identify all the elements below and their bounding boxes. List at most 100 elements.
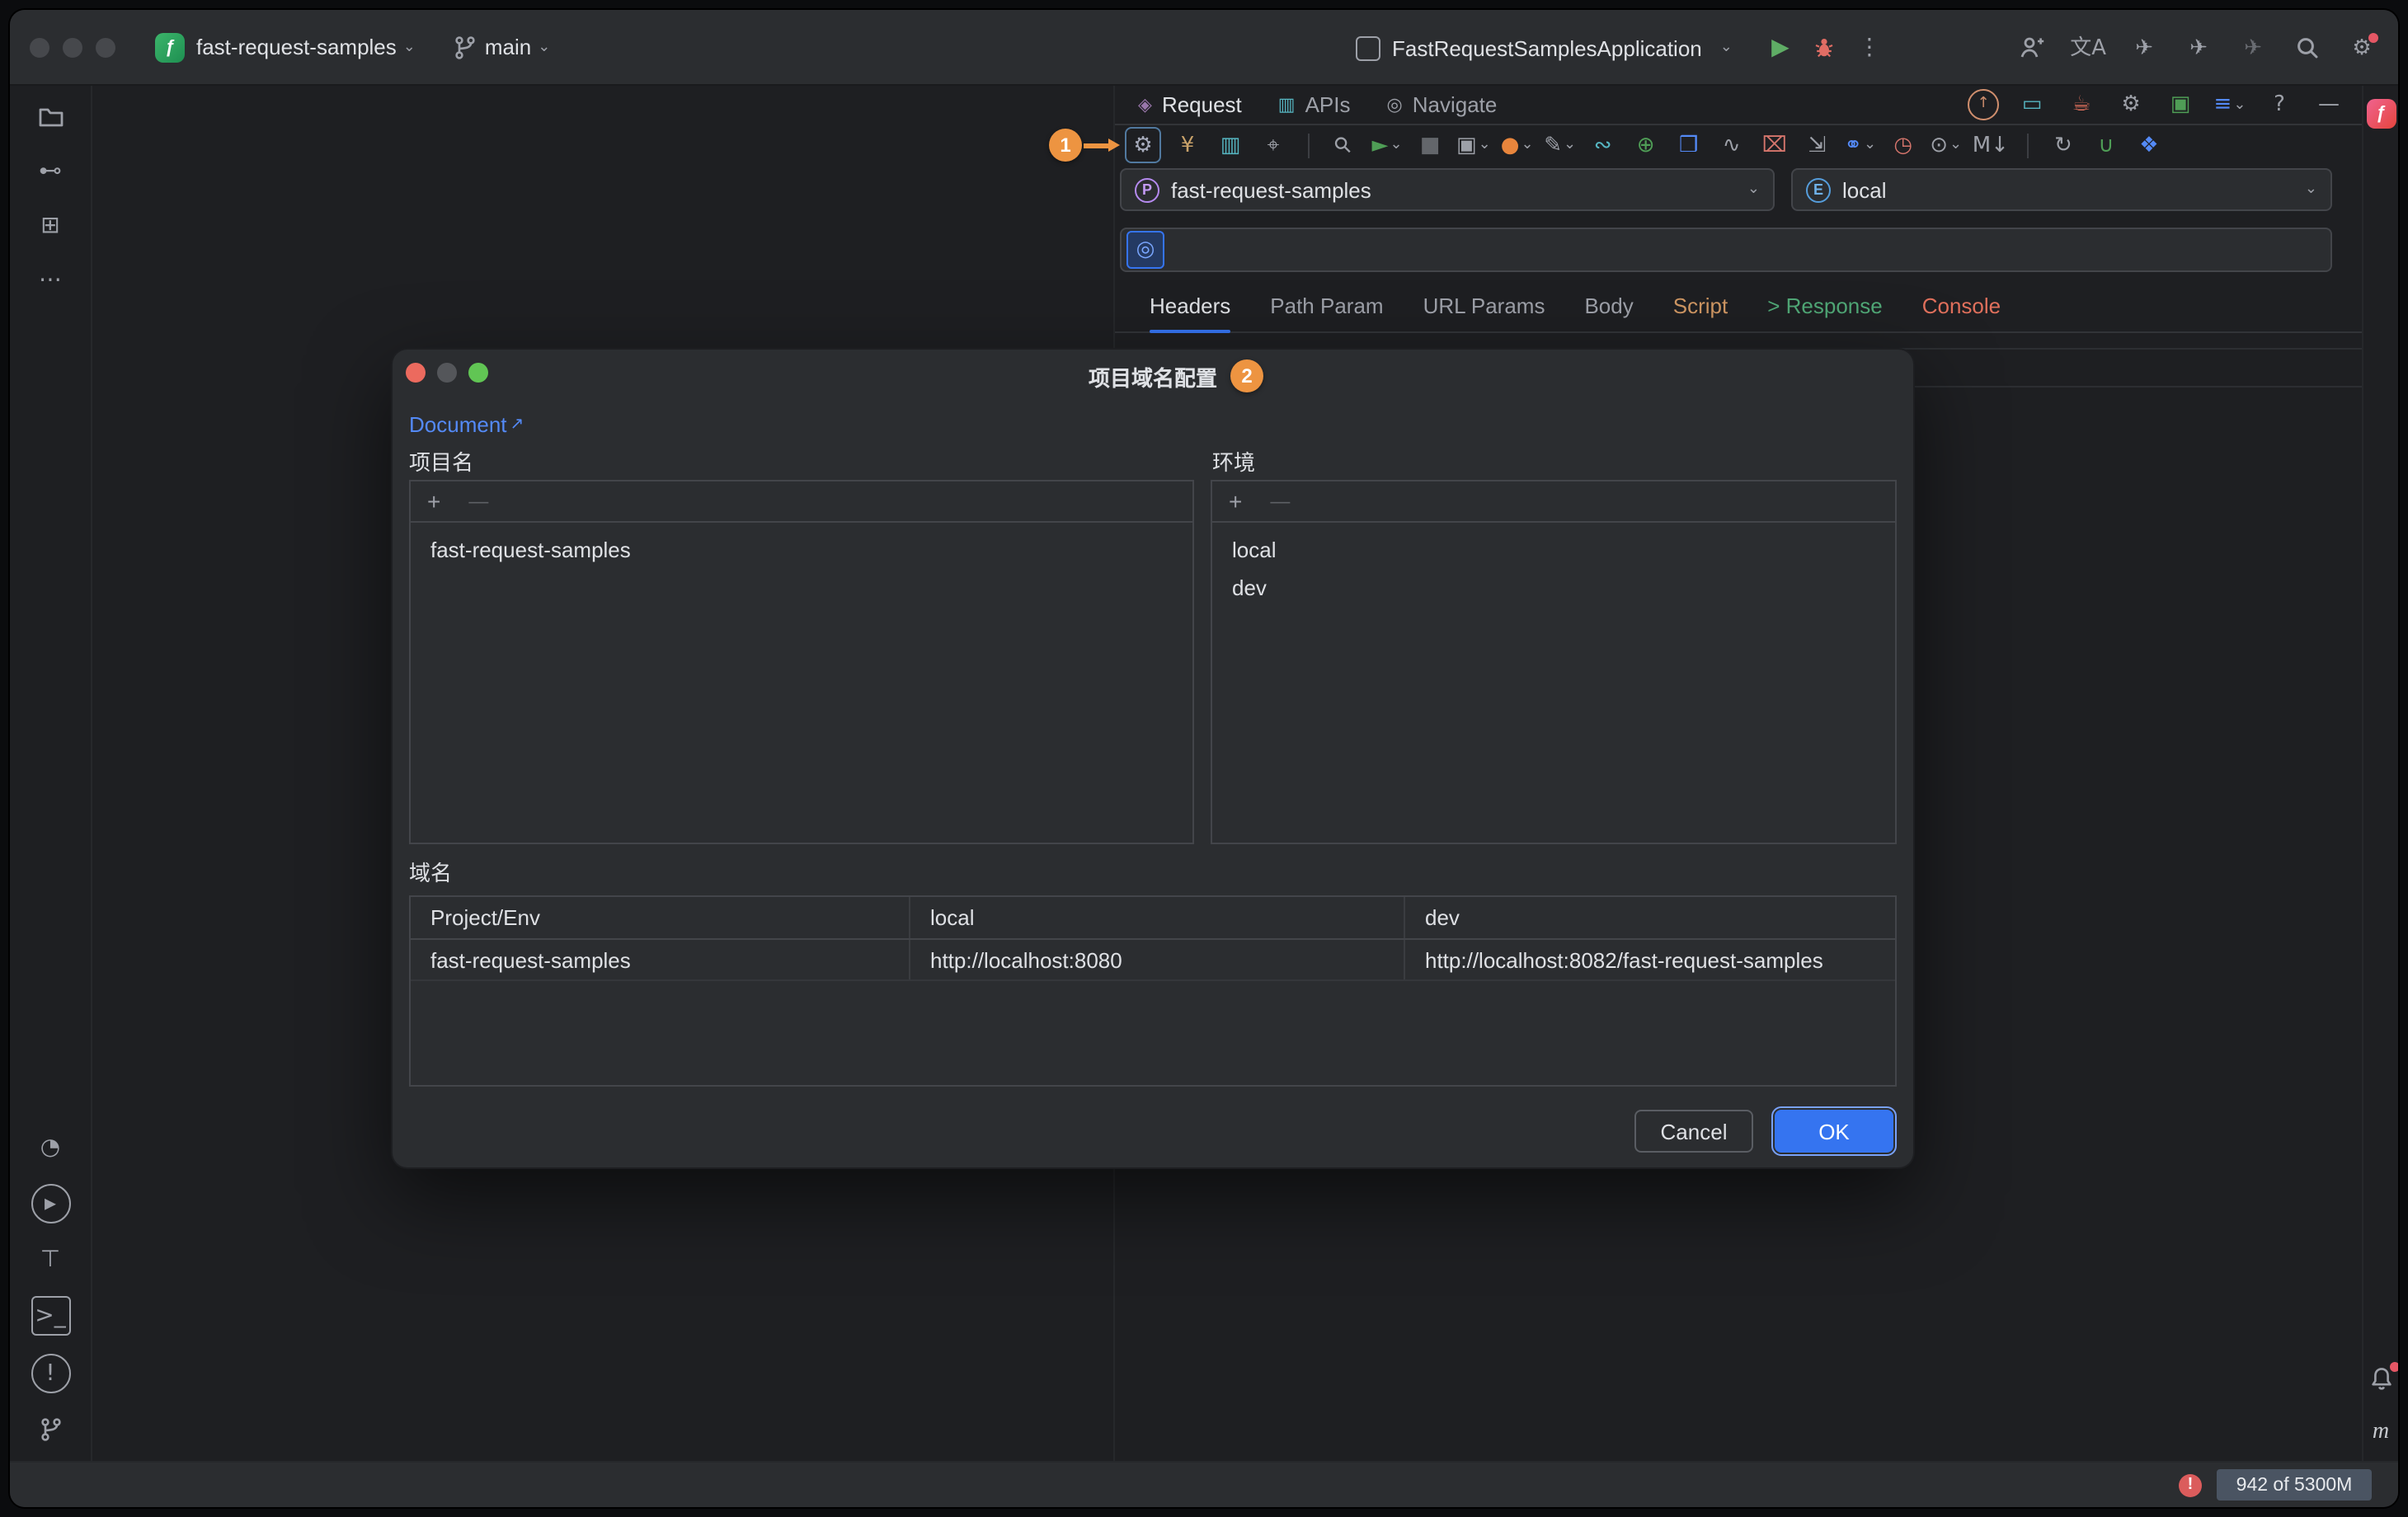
toolbar-divider xyxy=(1308,133,1310,157)
crosshair-icon[interactable]: ⌖ xyxy=(1257,129,1290,162)
request-tab-headers[interactable]: Headers xyxy=(1150,280,1230,331)
coffee-icon[interactable]: ☕ xyxy=(2065,88,2098,121)
more-tool-windows-icon[interactable]: ⋯ xyxy=(32,262,68,298)
layers-icon[interactable]: ≡⌄ xyxy=(2213,88,2246,121)
remove-icon[interactable]: — xyxy=(468,490,488,513)
translate-icon[interactable]: 文A xyxy=(2070,31,2106,64)
tool-tab-request[interactable]: ◈Request xyxy=(1138,92,1242,117)
error-indicator-icon[interactable]: ! xyxy=(2179,1473,2202,1496)
env-list-panel: + — localdev xyxy=(1211,480,1897,844)
services-icon[interactable]: ▸ xyxy=(31,1184,70,1223)
table-cell[interactable]: http://localhost:8082/fast-request-sampl… xyxy=(1404,940,1895,979)
stop-icon[interactable]: ■ xyxy=(1413,129,1446,162)
send-device-icon-3[interactable]: ✈ xyxy=(2236,31,2269,64)
project-name: fast-request-samples xyxy=(196,35,397,59)
table-row[interactable]: fast-request-sampleshttp://localhost:808… xyxy=(411,940,1895,981)
add-icon[interactable]: + xyxy=(427,488,440,514)
profiler-icon[interactable]: ◔ xyxy=(32,1130,68,1166)
project-selector[interactable]: P fast-request-samples ⌄ xyxy=(1120,168,1775,211)
refresh-icon[interactable]: ↻ xyxy=(2047,129,2080,162)
request-tab-path-param[interactable]: Path Param xyxy=(1270,280,1383,331)
whats-new-icon[interactable]: ↑ xyxy=(1968,89,1999,120)
list-item[interactable]: local xyxy=(1212,531,1895,569)
fast-request-tool-icon[interactable]: ƒ xyxy=(2363,96,2398,132)
debug-button[interactable] xyxy=(1808,31,1841,64)
money-icon[interactable]: ¥ xyxy=(1171,129,1204,162)
request-tab-script[interactable]: Script xyxy=(1673,280,1728,331)
github-icon[interactable]: ⊙⌄ xyxy=(1930,129,1963,162)
more-actions-icon[interactable]: ⋮ xyxy=(1853,31,1886,64)
request-tab-response[interactable]: > Response xyxy=(1767,280,1883,331)
table-cell[interactable]: fast-request-samples xyxy=(411,940,909,979)
close-window-icon[interactable] xyxy=(30,37,49,57)
send-device-icon-1[interactable]: ✈ xyxy=(2128,31,2161,64)
swagger-icon[interactable]: ●⌄ xyxy=(1501,129,1534,162)
commit-icon[interactable]: ⊷ xyxy=(32,153,68,190)
remove-icon[interactable]: — xyxy=(1270,490,1290,513)
send-device-icon-2[interactable]: ✈ xyxy=(2182,31,2215,64)
request-tab-url-params[interactable]: URL Params xyxy=(1423,280,1545,331)
history-icon[interactable]: ◷ xyxy=(1887,129,1920,162)
run-config-icon xyxy=(1356,35,1380,60)
annotation-arrow xyxy=(1084,143,1110,148)
run-config-name[interactable]: FastRequestSamplesApplication xyxy=(1392,35,1702,60)
plugin-icon[interactable]: ❖ xyxy=(2133,129,2166,162)
clear-edit-icon[interactable]: ✎⌄ xyxy=(1544,129,1577,162)
tool-tab-navigate[interactable]: ◎Navigate xyxy=(1387,92,1498,117)
search-everywhere-icon[interactable] xyxy=(2291,31,2324,64)
save-icon[interactable]: ▣⌄ xyxy=(1456,129,1491,162)
add-icon[interactable]: + xyxy=(1229,488,1242,514)
terminal-icon[interactable]: >_ xyxy=(31,1296,70,1336)
markdown-icon[interactable]: M↓ xyxy=(1973,129,2009,162)
problems-icon[interactable]: ! xyxy=(31,1354,70,1393)
domain-config-gear-icon[interactable]: ⚙ xyxy=(1125,127,1161,163)
memory-indicator[interactable]: 942 of 5300M xyxy=(2217,1469,2372,1501)
send-request-icon[interactable]: ►⌄ xyxy=(1371,129,1404,162)
scan-api-icon[interactable]: ⊕ xyxy=(1630,129,1663,162)
project-folder-icon[interactable] xyxy=(32,99,68,135)
chevron-down-icon: ⌄ xyxy=(538,39,550,55)
url-input[interactable]: ◎ xyxy=(1120,228,2332,272)
list-item[interactable]: dev xyxy=(1212,569,1895,607)
settings-icon[interactable]: ⚙ xyxy=(2345,31,2378,64)
dialog-title: 项目域名配置 xyxy=(393,361,1913,392)
power-icon[interactable]: ∪ xyxy=(2090,129,2123,162)
link-icon[interactable]: ⚭⌄ xyxy=(1844,129,1877,162)
run-button[interactable]: ▶ xyxy=(1764,31,1797,64)
cancel-button[interactable]: Cancel xyxy=(1634,1110,1753,1153)
code-with-me-icon[interactable] xyxy=(2015,31,2048,64)
settings-gear-icon[interactable]: ⚙ xyxy=(2114,88,2147,121)
todo-icon[interactable]: ⊤ xyxy=(32,1242,68,1278)
delete-icon[interactable]: ⌧ xyxy=(1758,129,1791,162)
wave-icon[interactable]: ∿ xyxy=(1715,129,1748,162)
copy-curl-icon[interactable]: ❒ xyxy=(1672,129,1705,162)
notifications-bell-icon[interactable] xyxy=(2363,1360,2398,1397)
version-control-icon[interactable] xyxy=(32,1411,68,1448)
import-icon[interactable]: ⇲ xyxy=(1801,129,1834,162)
request-tab-body[interactable]: Body xyxy=(1584,280,1633,331)
ok-button[interactable]: OK xyxy=(1775,1110,1893,1153)
maximize-window-icon[interactable] xyxy=(96,37,115,57)
env-list: localdev xyxy=(1212,523,1895,607)
api-chart-icon[interactable]: ▥ xyxy=(1214,129,1247,162)
tool-tab-apis[interactable]: ▥APIs xyxy=(1278,92,1351,117)
docs-video-icon[interactable]: ▭ xyxy=(2015,88,2048,121)
table-cell[interactable]: http://localhost:8080 xyxy=(909,940,1404,979)
list-item[interactable]: fast-request-samples xyxy=(411,531,1192,569)
domain-config-dialog: 项目域名配置 Document ↗ 项目名 环境 + — fast-reques… xyxy=(393,350,1913,1167)
request-tab-console[interactable]: Console xyxy=(1922,280,2001,331)
env-selector[interactable]: E local ⌄ xyxy=(1791,168,2332,211)
help-icon[interactable]: ? xyxy=(2263,88,2296,121)
project-panel-toolbar: + — xyxy=(411,481,1192,523)
project-widget[interactable]: ƒ fast-request-samples ⌄ xyxy=(155,32,416,62)
search-request-icon[interactable]: ⚲ xyxy=(1328,129,1361,162)
tool-tab-label: Navigate xyxy=(1413,92,1498,117)
vcs-branch-widget[interactable]: main ⌄ xyxy=(452,34,550,60)
minimize-window-icon[interactable] xyxy=(63,37,82,57)
frame-icon[interactable]: ▣ xyxy=(2164,88,2197,121)
connector-icon[interactable]: ∾ xyxy=(1587,129,1620,162)
maven-icon[interactable]: m xyxy=(2363,1415,2398,1451)
structure-icon[interactable]: ⊞ xyxy=(32,208,68,244)
document-link[interactable]: Document ↗ xyxy=(409,412,524,437)
hide-icon[interactable]: — xyxy=(2312,88,2345,121)
